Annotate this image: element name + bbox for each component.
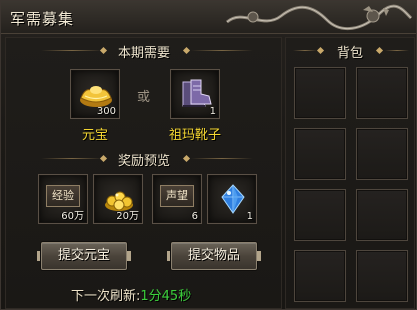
divider-right bbox=[385, 50, 409, 51]
dragon-ornament-icon bbox=[226, 4, 413, 31]
submit-item-button[interactable]: 提交物品 bbox=[171, 242, 257, 270]
refresh-time: 1分45秒 bbox=[140, 289, 192, 304]
or-label: 或 bbox=[137, 90, 151, 105]
reward-slot-experience[interactable]: 经验 60万 bbox=[38, 174, 88, 224]
divider-left bbox=[41, 158, 103, 159]
boots-count: 1 bbox=[209, 106, 216, 117]
bag-slot[interactable] bbox=[294, 189, 346, 241]
divider-right bbox=[191, 158, 253, 159]
required-item-slot-ingot[interactable]: 300 bbox=[70, 69, 120, 119]
reputation-stamp-icon: 声望 bbox=[160, 185, 194, 207]
reward-slot-reputation[interactable]: 声望 6 bbox=[152, 174, 202, 224]
crystal-count: 1 bbox=[246, 211, 253, 222]
reputation-count: 6 bbox=[191, 211, 198, 222]
bag-slot[interactable] bbox=[356, 128, 408, 180]
button-cap bbox=[257, 251, 261, 261]
ingot-count: 300 bbox=[96, 106, 116, 117]
divider-right bbox=[191, 50, 253, 51]
submit-ingot-button[interactable]: 提交元宝 bbox=[41, 242, 127, 270]
bag-slot[interactable] bbox=[356, 250, 408, 302]
reward-slot-gold[interactable]: 20万 bbox=[93, 174, 143, 224]
bag-slot[interactable] bbox=[294, 67, 346, 119]
refresh-timer: 下一次刷新:1分45秒 bbox=[71, 285, 191, 304]
bag-slot[interactable] bbox=[356, 189, 408, 241]
experience-count: 60万 bbox=[61, 211, 84, 222]
bag-slot[interactable] bbox=[356, 67, 408, 119]
refresh-label: 下一次刷新: bbox=[71, 289, 141, 304]
experience-stamp-icon: 经验 bbox=[46, 185, 80, 207]
required-section-title: 本期需要 bbox=[118, 46, 171, 61]
required-item-slot-boots[interactable]: 1 bbox=[170, 69, 220, 119]
button-cap bbox=[127, 251, 131, 261]
bag-slot[interactable] bbox=[294, 128, 346, 180]
ingot-name: 元宝 bbox=[81, 128, 108, 143]
military-supply-panel: 军需募集 本期需要 300 或 1 元宝 祖玛靴子 奖励预览 经验 60万 20… bbox=[0, 0, 417, 310]
bag-slot[interactable] bbox=[294, 250, 346, 302]
bag-title: 背包 bbox=[337, 46, 364, 61]
boots-name: 祖玛靴子 bbox=[168, 128, 221, 143]
title-bar[interactable]: 军需募集 bbox=[1, 1, 416, 34]
reward-slot-crystal[interactable]: 1 bbox=[207, 174, 257, 224]
rewards-section-title: 奖励预览 bbox=[118, 154, 171, 169]
divider-left bbox=[293, 50, 317, 51]
divider-left bbox=[41, 50, 103, 51]
gold-count: 20万 bbox=[116, 211, 139, 222]
window-title: 军需募集 bbox=[10, 10, 75, 28]
